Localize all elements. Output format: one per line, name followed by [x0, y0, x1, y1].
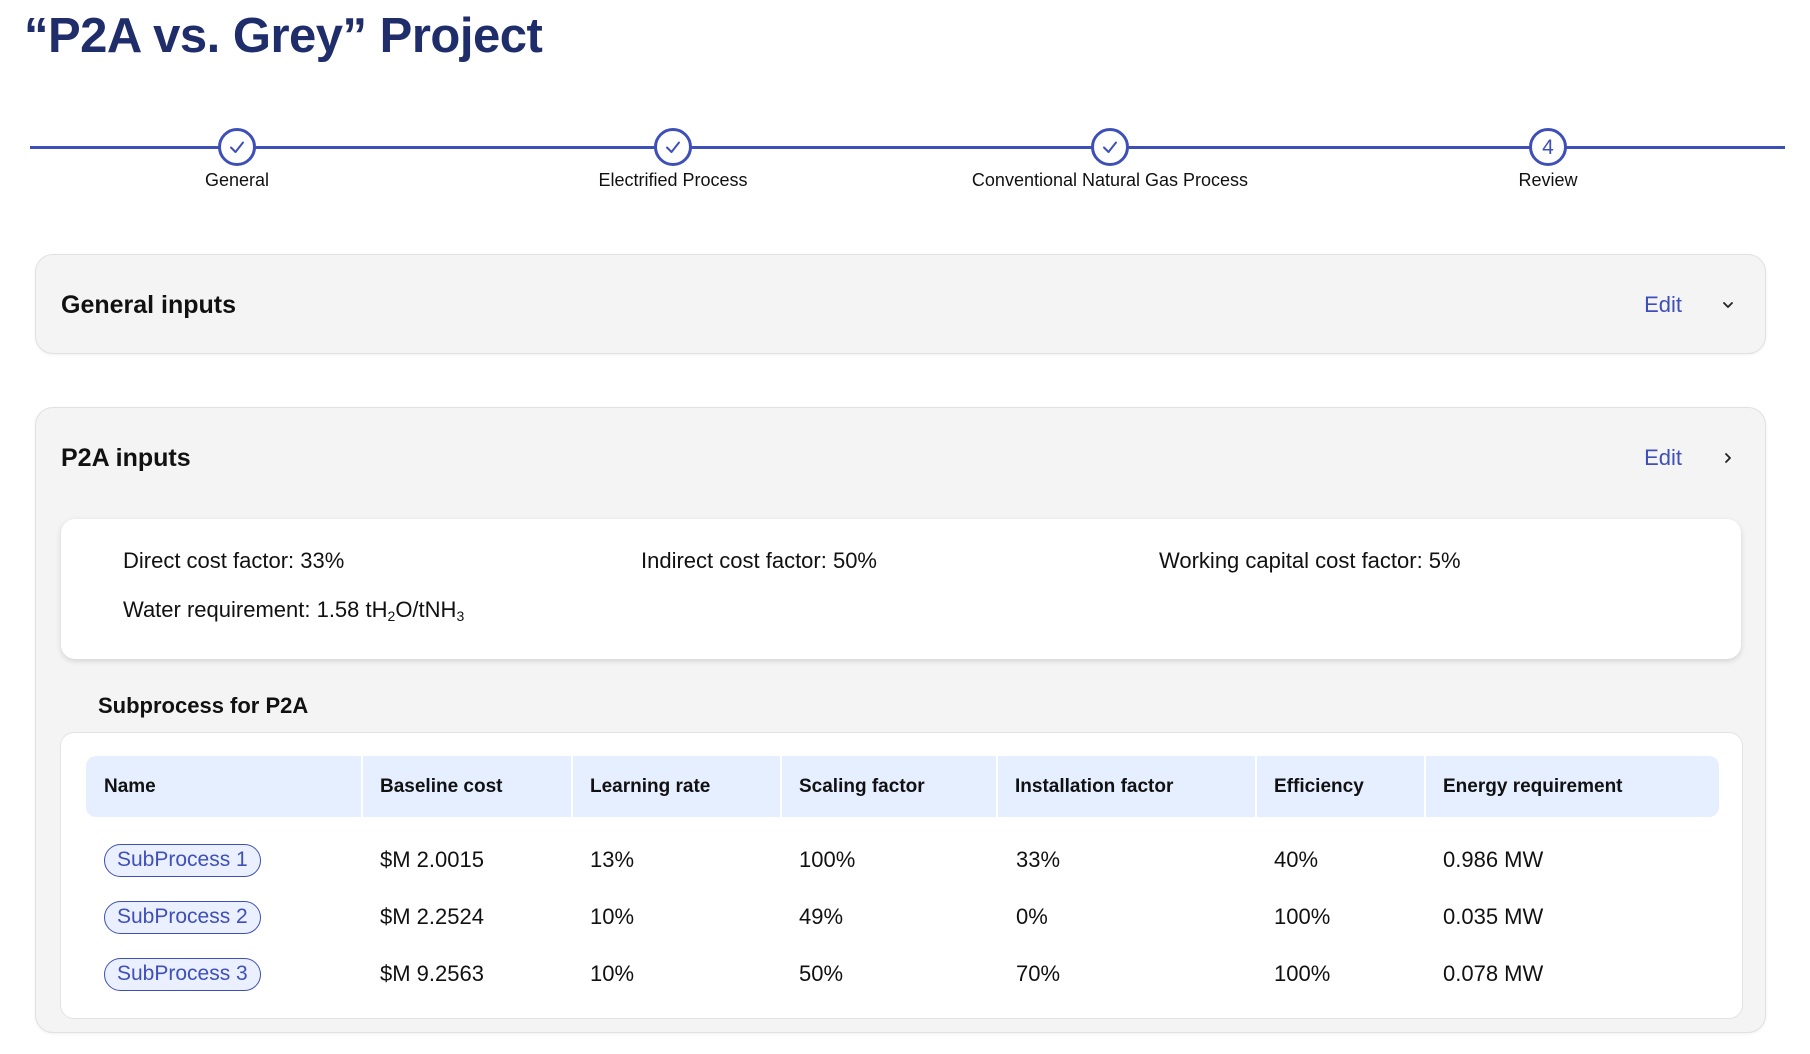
- column-header-efficiency: Efficiency: [1274, 776, 1364, 797]
- subprocess-chip[interactable]: SubProcess 1: [104, 844, 261, 877]
- step-conventional-natural-gas-process[interactable]: Conventional Natural Gas Process: [910, 128, 1310, 191]
- efficiency-cell: 100%: [1274, 904, 1331, 929]
- page-title: “P2A vs. Grey” Project: [24, 9, 543, 63]
- check-icon: [218, 128, 256, 166]
- cost-factors-panel: Direct cost factor: 33% Indirect cost fa…: [61, 519, 1741, 659]
- column-divider: [361, 756, 363, 817]
- water-requirement-unit: O/tNH: [395, 597, 457, 622]
- edit-general-inputs-link[interactable]: Edit: [1644, 292, 1682, 318]
- step-general[interactable]: General: [37, 128, 437, 191]
- step-label: Conventional Natural Gas Process: [971, 170, 1249, 190]
- general-inputs-card: General inputs Edit: [35, 254, 1766, 354]
- column-header-baseline-cost: Baseline cost: [380, 776, 503, 797]
- step-number: 4: [1529, 128, 1567, 166]
- progress-stepper: General Electrified Process Conventional…: [30, 128, 1785, 198]
- water-requirement: Water requirement: 1.58 tH2O/tNH3: [123, 597, 464, 623]
- subprocess-table: Name Baseline cost Learning rate Scaling…: [60, 732, 1743, 1019]
- step-label: General: [204, 170, 270, 190]
- working-capital-cost-factor: Working capital cost factor: 5%: [1159, 548, 1461, 573]
- learning-rate-cell: 10%: [590, 961, 635, 986]
- step-review[interactable]: 4 Review: [1348, 128, 1748, 191]
- check-icon: [1091, 128, 1129, 166]
- baseline-cost-cell: $M 9.2563: [380, 961, 484, 986]
- subprocess-heading: Subprocess for P2A: [98, 693, 309, 718]
- ammonia-subscript: 3: [456, 608, 465, 624]
- p2a-inputs-card: P2A inputs Edit Direct cost factor: 33% …: [35, 407, 1766, 1033]
- p2a-inputs-title: P2A inputs: [61, 443, 191, 472]
- installation-factor-cell: 33%: [1016, 847, 1061, 872]
- direct-cost-factor: Direct cost factor: 33%: [123, 548, 345, 573]
- column-divider: [1255, 756, 1257, 817]
- efficiency-cell: 100%: [1274, 961, 1331, 986]
- chevron-right-icon[interactable]: [1716, 446, 1740, 470]
- chevron-down-icon[interactable]: [1716, 293, 1740, 317]
- energy-requirement-cell: 0.986 MW: [1443, 847, 1544, 872]
- column-header-learning-rate: Learning rate: [590, 776, 711, 797]
- edit-p2a-inputs-link[interactable]: Edit: [1644, 445, 1682, 471]
- column-header-scaling-factor: Scaling factor: [799, 776, 925, 797]
- check-icon: [654, 128, 692, 166]
- table-row: SubProcess 3 $M 9.2563 10% 50% 70% 100% …: [61, 951, 1742, 997]
- subprocess-chip[interactable]: SubProcess 2: [104, 901, 261, 934]
- energy-requirement-cell: 0.035 MW: [1443, 904, 1544, 929]
- water-requirement-text: Water requirement: 1.58 tH: [123, 597, 388, 622]
- column-divider: [1424, 756, 1426, 817]
- column-divider: [571, 756, 573, 817]
- table-row: SubProcess 2 $M 2.2524 10% 49% 0% 100% 0…: [61, 894, 1742, 940]
- general-inputs-header[interactable]: General inputs Edit: [61, 255, 1740, 355]
- step-label: Electrified Process: [598, 170, 748, 190]
- table-row: SubProcess 1 $M 2.0015 13% 100% 33% 40% …: [61, 837, 1742, 883]
- learning-rate-cell: 10%: [590, 904, 635, 929]
- baseline-cost-cell: $M 2.0015: [380, 847, 484, 872]
- learning-rate-cell: 13%: [590, 847, 635, 872]
- column-divider: [996, 756, 998, 817]
- installation-factor-cell: 0%: [1016, 904, 1048, 929]
- column-divider: [780, 756, 782, 817]
- scaling-factor-cell: 100%: [799, 847, 856, 872]
- scaling-factor-cell: 50%: [799, 961, 844, 986]
- subprocess-chip[interactable]: SubProcess 3: [104, 958, 261, 991]
- scaling-factor-cell: 49%: [799, 904, 844, 929]
- general-inputs-title: General inputs: [61, 290, 237, 319]
- p2a-inputs-header[interactable]: P2A inputs Edit: [61, 408, 1740, 508]
- column-header-name: Name: [104, 776, 156, 797]
- energy-requirement-cell: 0.078 MW: [1443, 961, 1544, 986]
- step-electrified-process[interactable]: Electrified Process: [473, 128, 873, 191]
- column-header-installation-factor: Installation factor: [1015, 776, 1174, 797]
- indirect-cost-factor: Indirect cost factor: 50%: [641, 548, 877, 573]
- step-label: Review: [1518, 170, 1578, 190]
- installation-factor-cell: 70%: [1016, 961, 1061, 986]
- baseline-cost-cell: $M 2.2524: [380, 904, 484, 929]
- efficiency-cell: 40%: [1274, 847, 1319, 872]
- column-header-energy-requirement: Energy requirement: [1443, 776, 1623, 797]
- table-header: Name Baseline cost Learning rate Scaling…: [86, 756, 1719, 817]
